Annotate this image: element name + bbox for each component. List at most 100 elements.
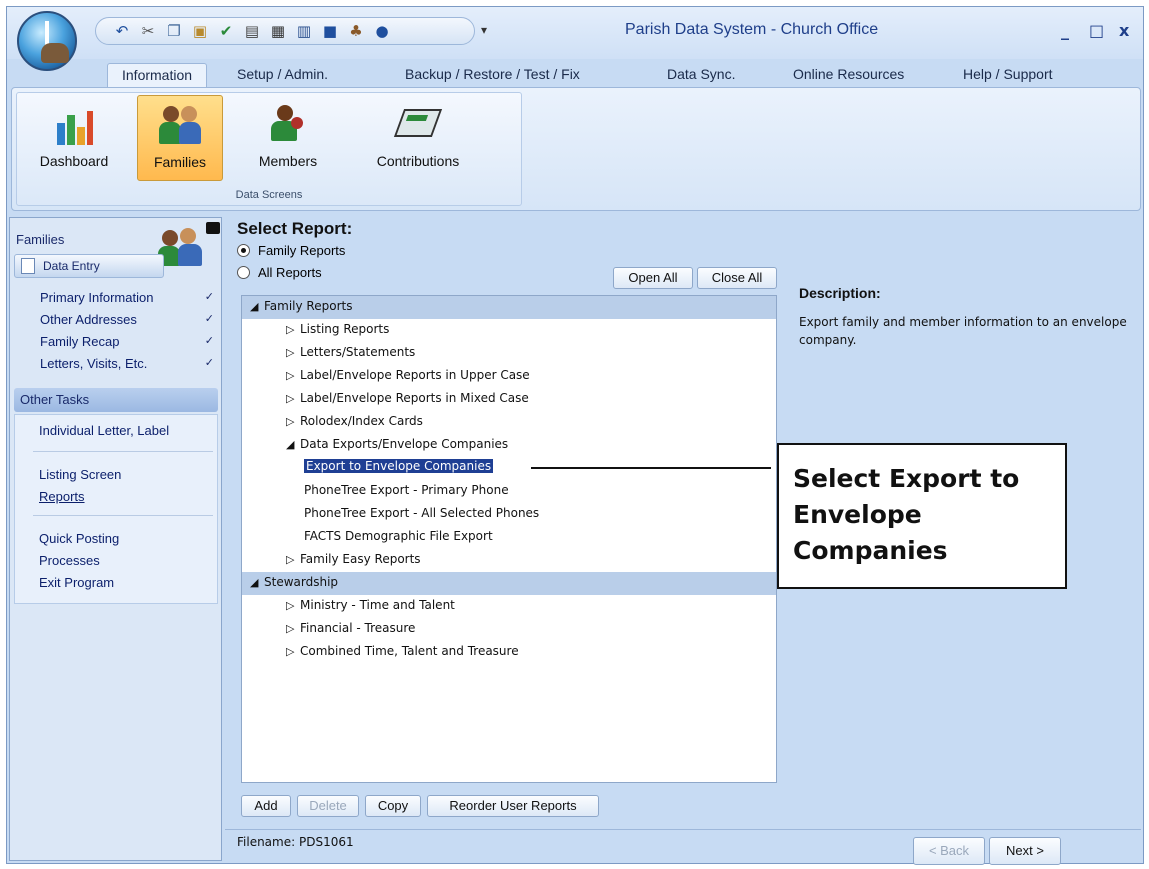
tab-backup-restore[interactable]: Backup / Restore / Test / Fix <box>391 63 594 87</box>
pane-title: Families <box>16 232 65 247</box>
book-icon[interactable]: ■ <box>320 21 340 41</box>
calculator-icon[interactable]: ▦ <box>268 21 288 41</box>
tree-row[interactable]: ▷ Ministry - Time and Talent <box>242 595 776 618</box>
expand-arrow-icon[interactable]: ▷ <box>286 323 294 336</box>
minimize-button[interactable]: _ <box>1061 21 1069 40</box>
cut-icon[interactable]: ✂ <box>138 21 158 41</box>
families-icon <box>158 224 204 266</box>
expand-arrow-icon[interactable]: ▷ <box>286 346 294 359</box>
tab-data-sync[interactable]: Data Sync. <box>653 63 749 87</box>
tree-group-header[interactable]: ◢ Stewardship <box>242 572 776 595</box>
task-listing-screen[interactable]: Listing Screen <box>39 467 121 482</box>
tree-row[interactable]: ◢ Data Exports/Envelope Companies <box>242 434 776 457</box>
tree-row-label: Listing Reports <box>300 322 390 336</box>
radio-label: All Reports <box>258 265 322 280</box>
filename-label: Filename: PDS1061 <box>237 835 354 849</box>
divider <box>225 829 1141 830</box>
expand-arrow-icon[interactable]: ▷ <box>286 415 294 428</box>
contributions-button[interactable]: Contributions <box>361 95 475 181</box>
tree-row-label: Rolodex/Index Cards <box>300 414 423 428</box>
tree-row[interactable]: ▷ Combined Time, Talent and Treasure <box>242 641 776 664</box>
paste-icon[interactable]: ▣ <box>190 21 210 41</box>
data-entry-header[interactable]: Data Entry <box>14 254 164 278</box>
maximize-button[interactable]: □ <box>1089 21 1104 40</box>
task-exit-program[interactable]: Exit Program <box>39 575 114 590</box>
tree-row[interactable]: PhoneTree Export - All Selected Phones <box>242 503 776 526</box>
tree-group-header[interactable]: ◢ Family Reports <box>242 296 776 319</box>
members-button[interactable]: Members <box>241 95 335 181</box>
tree-row[interactable]: ▷ Label/Envelope Reports in Mixed Case <box>242 388 776 411</box>
nav-other-addresses[interactable]: Other Addresses ✓ <box>14 312 218 334</box>
copy-button[interactable]: Copy <box>365 795 421 817</box>
task-quick-posting[interactable]: Quick Posting <box>39 531 119 546</box>
task-reports[interactable]: Reports <box>39 489 85 504</box>
collapse-arrow-icon[interactable]: ◢ <box>286 438 294 451</box>
description-text: Export family and member information to … <box>799 315 1127 347</box>
tree-row[interactable]: FACTS Demographic File Export <box>242 526 776 549</box>
download-arrow-icon <box>45 21 49 45</box>
nav-letters-visits[interactable]: Letters, Visits, Etc. ✓ <box>14 356 218 378</box>
tab-help-support[interactable]: Help / Support <box>949 63 1067 87</box>
divider <box>33 451 213 452</box>
delete-button[interactable]: Delete <box>297 795 359 817</box>
description-heading: Description: <box>799 285 881 301</box>
expand-arrow-icon[interactable]: ▷ <box>286 392 294 405</box>
tree-row[interactable]: ▷ Financial - Treasure <box>242 618 776 641</box>
expand-arrow-icon[interactable]: ▷ <box>286 369 294 382</box>
nav-family-recap[interactable]: Family Recap ✓ <box>14 334 218 356</box>
collapse-arrow-icon[interactable]: ◢ <box>250 576 258 589</box>
customize-qat-icon[interactable]: ▾ <box>481 23 487 37</box>
collapse-arrow-icon[interactable]: ◢ <box>250 300 258 313</box>
spellcheck-icon[interactable]: ✔ <box>216 21 236 41</box>
help-icon[interactable]: ● <box>372 21 392 41</box>
tree-row-label: PhoneTree Export - All Selected Phones <box>304 506 540 520</box>
expand-arrow-icon[interactable]: ▷ <box>286 553 294 566</box>
expand-arrow-icon[interactable]: ▷ <box>286 622 294 635</box>
users-icon[interactable]: ♣ <box>346 21 366 41</box>
tab-setup-admin[interactable]: Setup / Admin. <box>223 63 342 87</box>
copy-icon[interactable]: ❐ <box>164 21 184 41</box>
tab-online-resources[interactable]: Online Resources <box>779 63 918 87</box>
back-button[interactable]: < Back <box>913 837 985 865</box>
expand-arrow-icon[interactable]: ▷ <box>286 599 294 612</box>
callout-connector <box>531 467 771 469</box>
tree-row[interactable]: ▷ Rolodex/Index Cards <box>242 411 776 434</box>
ribbon-tabs: Information Setup / Admin. Backup / Rest… <box>7 59 1143 87</box>
close-all-button[interactable]: Close All <box>697 267 777 289</box>
data-entry-label: Data Entry <box>43 259 100 273</box>
expand-arrow-icon[interactable]: ▷ <box>286 645 294 658</box>
dashboard-button[interactable]: Dashboard <box>29 95 119 181</box>
open-all-button[interactable]: Open All <box>613 267 693 289</box>
camera-icon[interactable] <box>206 222 220 234</box>
print-icon[interactable]: ▤ <box>242 21 262 41</box>
radio-family-reports[interactable]: Family Reports <box>237 243 345 258</box>
task-individual-letter[interactable]: Individual Letter, Label <box>39 423 169 438</box>
data-entry-list: Primary Information ✓ Other Addresses ✓ … <box>14 290 218 378</box>
app-menu-orb[interactable] <box>17 11 77 71</box>
reorder-user-reports-button[interactable]: Reorder User Reports <box>427 795 599 817</box>
tree-row[interactable]: PhoneTree Export - Primary Phone <box>242 480 776 503</box>
nav-label: Letters, Visits, Etc. <box>40 356 148 371</box>
tree-row[interactable]: ▷ Letters/Statements <box>242 342 776 365</box>
tree-row[interactable]: ▷ Label/Envelope Reports in Upper Case <box>242 365 776 388</box>
nav-label: Primary Information <box>40 290 154 305</box>
divider <box>33 515 213 516</box>
add-button[interactable]: Add <box>241 795 291 817</box>
calendar-icon[interactable]: ▥ <box>294 21 314 41</box>
tree-row[interactable]: ▷ Listing Reports <box>242 319 776 342</box>
contributions-icon <box>393 103 443 145</box>
task-processes[interactable]: Processes <box>39 553 100 568</box>
title-bar: ↶ ✂ ❐ ▣ ✔ ▤ ▦ ▥ ■ ♣ ● ▾ Parish Data Syst… <box>7 7 1143 59</box>
tree-row-label: PhoneTree Export - Primary Phone <box>304 483 509 497</box>
dashboard-icon <box>53 103 95 145</box>
undo-icon[interactable]: ↶ <box>112 21 132 41</box>
close-button[interactable]: x <box>1119 21 1129 40</box>
other-tasks-header[interactable]: Other Tasks <box>14 388 218 412</box>
families-button[interactable]: Families <box>137 95 223 181</box>
next-button[interactable]: Next > <box>989 837 1061 865</box>
radio-all-reports[interactable]: All Reports <box>237 265 322 280</box>
tree-row[interactable]: ▷ Family Easy Reports <box>242 549 776 572</box>
nav-primary-information[interactable]: Primary Information ✓ <box>14 290 218 312</box>
tab-information[interactable]: Information <box>107 63 208 87</box>
radio-unselected-icon <box>237 266 250 279</box>
